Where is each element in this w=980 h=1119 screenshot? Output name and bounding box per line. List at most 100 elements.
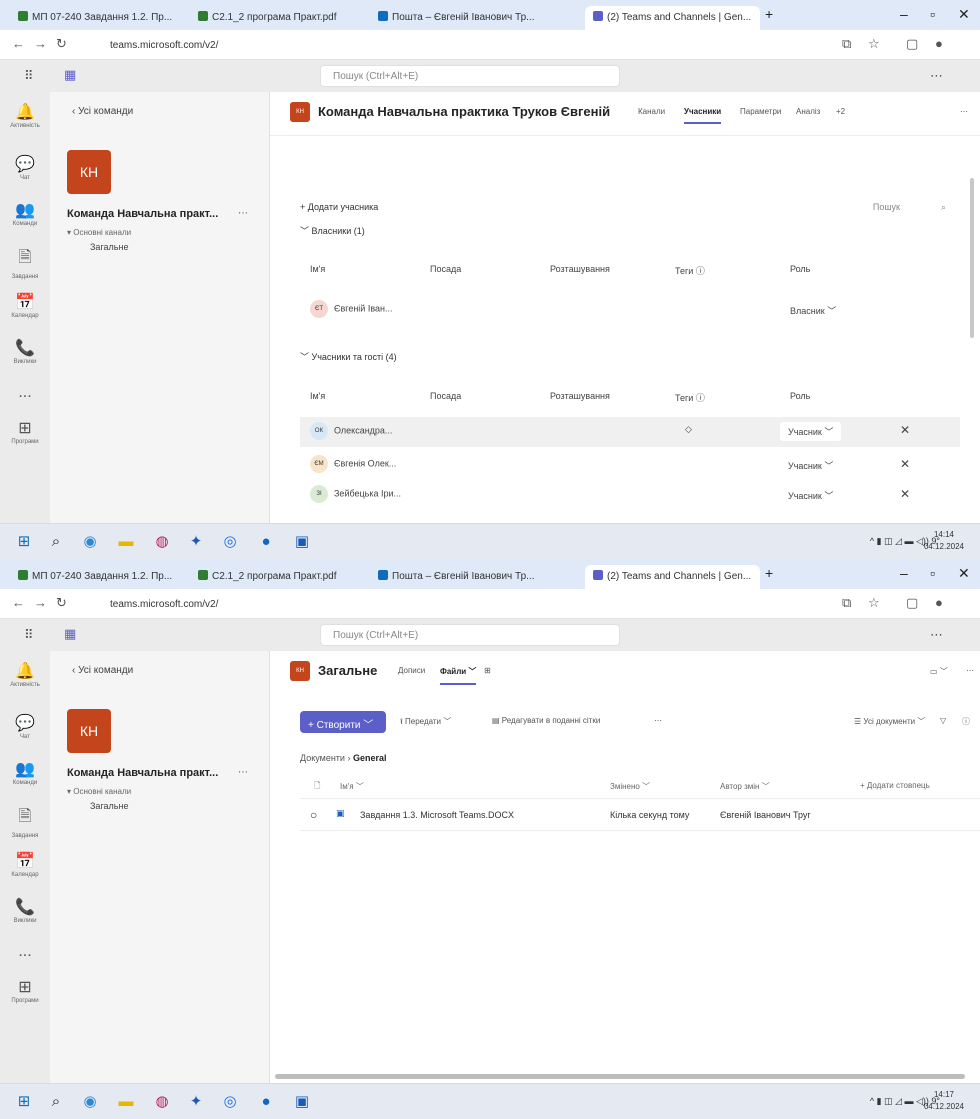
- info-icon[interactable]: ⓘ: [962, 716, 970, 727]
- windows-start-icon[interactable]: ⊞: [14, 1092, 34, 1112]
- teams-icon[interactable]: 👥 Команди: [0, 759, 50, 786]
- channel-general[interactable]: Загальне: [90, 242, 128, 252]
- table-row[interactable]: ЄМ Євгенія Олек... Учасник ﹀ ✕: [300, 452, 960, 478]
- extensions-icon[interactable]: ▢: [906, 36, 918, 52]
- more-apps-icon[interactable]: ...: [0, 943, 50, 961]
- header-more-icon[interactable]: ⋯: [966, 666, 974, 675]
- file-name[interactable]: Завдання 1.3. Microsoft Teams.DOCX: [360, 810, 514, 820]
- forward-arrow-icon[interactable]: →: [34, 595, 47, 610]
- col-name[interactable]: Ім'я: [310, 391, 325, 401]
- col-role[interactable]: Роль: [790, 264, 810, 274]
- channel-general[interactable]: Загальне: [90, 801, 128, 811]
- edit-grid-button[interactable]: ▤ Редагувати в поданні сітки: [492, 716, 600, 725]
- apps-icon[interactable]: ⊞ Програми: [0, 418, 50, 445]
- app-grid-icon[interactable]: ⠿: [24, 627, 34, 643]
- app-icon[interactable]: ●: [256, 1092, 276, 1112]
- chat-icon[interactable]: 💬 Чат: [0, 713, 50, 740]
- section-main-channels[interactable]: ▾ Основні канали: [67, 787, 131, 796]
- close-icon[interactable]: ✕: [958, 6, 970, 23]
- tab-more[interactable]: +2: [836, 107, 845, 116]
- team-name[interactable]: Команда Навчальна практ...: [67, 208, 218, 220]
- bookmark-star-icon[interactable]: ☆: [868, 36, 880, 52]
- role-dropdown[interactable]: Учасник ﹀: [788, 489, 833, 502]
- member-search-input[interactable]: Пошук: [873, 202, 900, 212]
- remove-member-icon[interactable]: ✕: [900, 457, 910, 471]
- breadcrumb-root[interactable]: Документи: [300, 753, 345, 763]
- col-modified-by[interactable]: Автор змін ﹀: [720, 781, 770, 792]
- windows-start-icon[interactable]: ⊞: [14, 532, 34, 552]
- url-field[interactable]: teams.microsoft.com/v2/: [100, 595, 740, 615]
- app-grid-icon[interactable]: ⠿: [24, 68, 34, 84]
- app-icon[interactable]: ◍: [152, 1092, 172, 1112]
- activity-icon[interactable]: 🔔 Активність: [0, 102, 50, 129]
- tab-posts[interactable]: Допиcи: [398, 666, 425, 675]
- col-title[interactable]: Посада: [430, 391, 461, 401]
- chat-icon[interactable]: 💬 Чат: [0, 154, 50, 181]
- more-icon[interactable]: ⋯: [930, 68, 943, 84]
- new-button[interactable]: + Створити ﹀: [300, 711, 386, 733]
- all-teams-link[interactable]: ‹ Усі команди: [72, 665, 133, 676]
- col-location[interactable]: Розташування: [550, 264, 610, 274]
- role-dropdown[interactable]: Власник ﹀: [790, 304, 836, 317]
- forward-arrow-icon[interactable]: →: [34, 36, 47, 51]
- view-selector[interactable]: ☰ Усі документи ﹀: [854, 716, 925, 727]
- teams-icon[interactable]: 👥 Команди: [0, 200, 50, 227]
- tab-analytics[interactable]: Аналіз: [796, 107, 820, 116]
- col-name[interactable]: Ім'я: [310, 264, 325, 274]
- more-icon[interactable]: ⋯: [930, 627, 943, 643]
- app-icon[interactable]: ◍: [152, 532, 172, 552]
- new-tab-icon[interactable]: +: [765, 565, 773, 581]
- team-more-icon[interactable]: ⋯: [238, 767, 248, 778]
- browser-tab[interactable]: С2.1_2 програма Практ.pdf: [190, 565, 365, 589]
- browser-tab[interactable]: Пошта – Євгеній Іванович Тр...: [370, 565, 580, 589]
- file-explorer-icon[interactable]: ▬: [116, 1092, 136, 1112]
- row-select-checkbox[interactable]: ○: [310, 808, 317, 822]
- toolbar-more-icon[interactable]: ⋯: [654, 716, 662, 725]
- tab-files[interactable]: Файли ﹀: [440, 666, 477, 685]
- table-row[interactable]: ЄТ Євгеній Іван... Власник ﹀: [300, 297, 960, 323]
- col-role[interactable]: Роль: [790, 391, 810, 401]
- role-dropdown[interactable]: Учасник ﹀: [780, 422, 842, 441]
- url-field[interactable]: teams.microsoft.com/v2/: [100, 36, 740, 56]
- app-icon[interactable]: ✦: [186, 1092, 206, 1112]
- bookmark-star-icon[interactable]: ☆: [868, 595, 880, 611]
- add-tab-icon[interactable]: ⊞: [484, 666, 491, 675]
- filter-icon[interactable]: ▽: [940, 716, 946, 725]
- search-input[interactable]: Пошук (Ctrl+Alt+E): [320, 65, 620, 87]
- widgets-icon[interactable]: ◉: [80, 1092, 100, 1112]
- guests-section-toggle[interactable]: ﹀ Учасники та гості (4): [300, 350, 397, 363]
- maximize-icon[interactable]: ▫: [930, 6, 935, 22]
- close-icon[interactable]: ✕: [958, 565, 970, 582]
- team-more-icon[interactable]: ⋯: [238, 208, 248, 219]
- search-input[interactable]: Пошук (Ctrl+Alt+E): [320, 624, 620, 646]
- widgets-icon[interactable]: ◉: [80, 532, 100, 552]
- minimize-icon[interactable]: –: [900, 6, 908, 22]
- table-row[interactable]: ○ ▣ Завдання 1.3. Microsoft Teams.DOCX К…: [300, 801, 980, 831]
- cast-icon[interactable]: ⧉: [842, 595, 851, 611]
- horizontal-scrollbar[interactable]: [275, 1074, 965, 1079]
- remove-member-icon[interactable]: ✕: [900, 487, 910, 501]
- calendar-icon[interactable]: 📅 Календар: [0, 851, 50, 878]
- reload-icon[interactable]: ↻: [56, 595, 67, 611]
- team-name[interactable]: Команда Навчальна практ...: [67, 767, 218, 779]
- app-icon[interactable]: ✦: [186, 532, 206, 552]
- profile-icon[interactable]: ●: [935, 36, 943, 51]
- browser-tab-active[interactable]: (2) Teams and Channels | Gen...: [585, 6, 760, 30]
- tab-settings[interactable]: Параметри: [740, 107, 781, 116]
- all-teams-link[interactable]: ‹ Усі команди: [72, 106, 133, 117]
- meet-icon[interactable]: ▭ ﹀: [930, 666, 948, 677]
- chrome-icon[interactable]: ◎: [220, 1092, 240, 1112]
- minimize-icon[interactable]: –: [900, 565, 908, 581]
- col-title[interactable]: Посада: [430, 264, 461, 274]
- section-main-channels[interactable]: ▾ Основні канали: [67, 228, 131, 237]
- new-tab-icon[interactable]: +: [765, 6, 773, 22]
- cast-icon[interactable]: ⧉: [842, 36, 851, 52]
- word-icon[interactable]: ▣: [292, 1092, 312, 1112]
- clock[interactable]: 14:14 04.12.2024: [924, 529, 964, 553]
- back-arrow-icon[interactable]: ←: [12, 36, 25, 51]
- chrome-icon[interactable]: ◎: [220, 532, 240, 552]
- vertical-scrollbar[interactable]: [970, 178, 974, 338]
- calls-icon[interactable]: 📞 Виклики: [0, 897, 50, 924]
- calls-icon[interactable]: 📞 Виклики: [0, 338, 50, 365]
- browser-tab[interactable]: МП 07-240 Завдання 1.2. Пр...: [10, 6, 185, 30]
